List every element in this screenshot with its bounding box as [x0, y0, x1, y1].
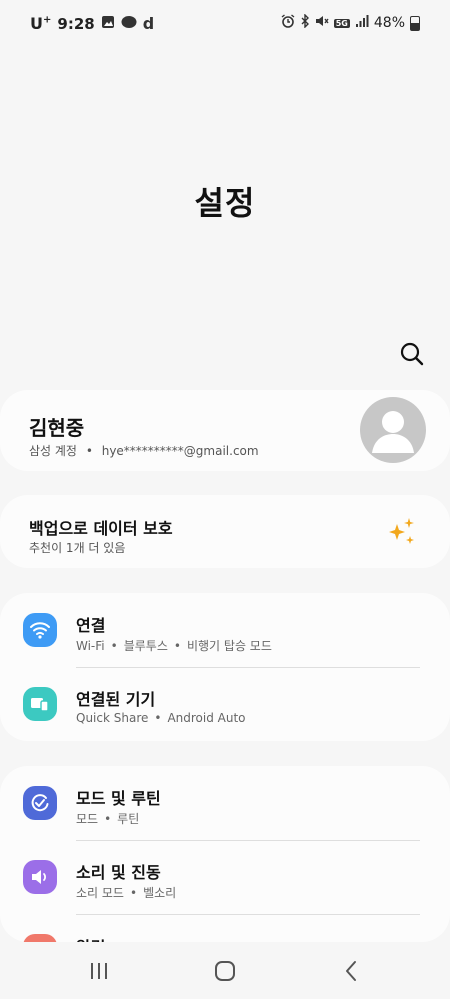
status-bar-right: 5G 48%	[281, 13, 420, 32]
app-notification-icon: d	[142, 14, 155, 33]
backup-suggestion-card[interactable]: 백업으로 데이터 보호 추천이 1개 더 있음	[0, 495, 450, 568]
settings-group-connections: 연결 Wi-Fi • 블루투스 • 비행기 탑승 모드 연결된 기기 Quick Sha…	[0, 593, 450, 741]
battery-icon	[410, 15, 420, 31]
profile-account: 삼성 계정 • hye**********@gmail.com	[29, 444, 259, 458]
backup-subtitle: 추천이 1개 더 있음	[29, 541, 126, 555]
recents-button[interactable]	[84, 958, 114, 984]
alarm-icon	[281, 14, 295, 32]
clock: 9:28	[57, 14, 95, 33]
mute-icon	[315, 14, 329, 32]
settings-item-label: 연결된 기기	[76, 690, 156, 709]
settings-item-subtitle: 모드 • 루틴	[76, 812, 140, 826]
settings-item-subtitle: Quick Share • Android Auto	[76, 711, 246, 725]
modes-routines-icon	[23, 786, 57, 820]
status-bar: U+ 9:28 d 5G 48%	[0, 0, 450, 48]
battery-percent: 48%	[373, 15, 405, 31]
settings-item-label: 연결	[76, 616, 106, 635]
avatar[interactable]	[360, 397, 426, 463]
carrier-label: U+	[30, 14, 52, 33]
back-button[interactable]	[336, 958, 366, 984]
sound-icon	[23, 860, 57, 894]
chat-notification-icon	[121, 15, 137, 33]
connected-devices-icon	[23, 687, 57, 721]
back-icon	[346, 961, 356, 981]
home-icon	[215, 961, 235, 981]
page-title: 설정	[194, 184, 256, 222]
person-icon	[372, 411, 414, 453]
navigation-bar	[0, 942, 450, 999]
gallery-notification-icon	[101, 15, 115, 33]
recents-icon	[91, 963, 107, 979]
search-icon	[400, 342, 424, 366]
status-bar-left: U+ 9:28 d	[30, 14, 154, 33]
settings-item-connected-devices[interactable]: 연결된 기기 Quick Share • Android Auto	[0, 667, 450, 741]
settings-item-modes-routines[interactable]: 모드 및 루틴 모드 • 루틴	[0, 766, 450, 840]
settings-item-subtitle: 소리 모드 • 벨소리	[76, 886, 177, 900]
profile-card[interactable]: 김현중 삼성 계정 • hye**********@gmail.com	[0, 390, 450, 471]
settings-item-connections[interactable]: 연결 Wi-Fi • 블루투스 • 비행기 탑승 모드	[0, 593, 450, 667]
wifi-icon	[23, 613, 57, 647]
settings-group-modes-sounds: 모드 및 루틴 모드•루틴 소리 및 진동 소리 모드•벨소리 알림	[0, 766, 450, 968]
settings-item-subtitle: Wi-Fi • 블루투스 • 비행기 탑승 모드	[76, 639, 272, 653]
bluetooth-icon	[300, 13, 310, 32]
profile-name: 김현중	[29, 416, 85, 440]
settings-item-label: 모드 및 루틴	[76, 789, 161, 808]
sparkle-icon	[389, 518, 414, 544]
signal-icon	[355, 14, 369, 32]
backup-title: 백업으로 데이터 보호	[29, 519, 173, 538]
search-button[interactable]	[396, 338, 428, 370]
network-badge: 5G	[333, 18, 350, 28]
settings-item-sounds-vibration[interactable]: 소리 및 진동 소리 모드 • 벨소리	[0, 840, 450, 914]
home-button[interactable]	[210, 958, 240, 984]
settings-item-label: 소리 및 진동	[76, 863, 161, 882]
